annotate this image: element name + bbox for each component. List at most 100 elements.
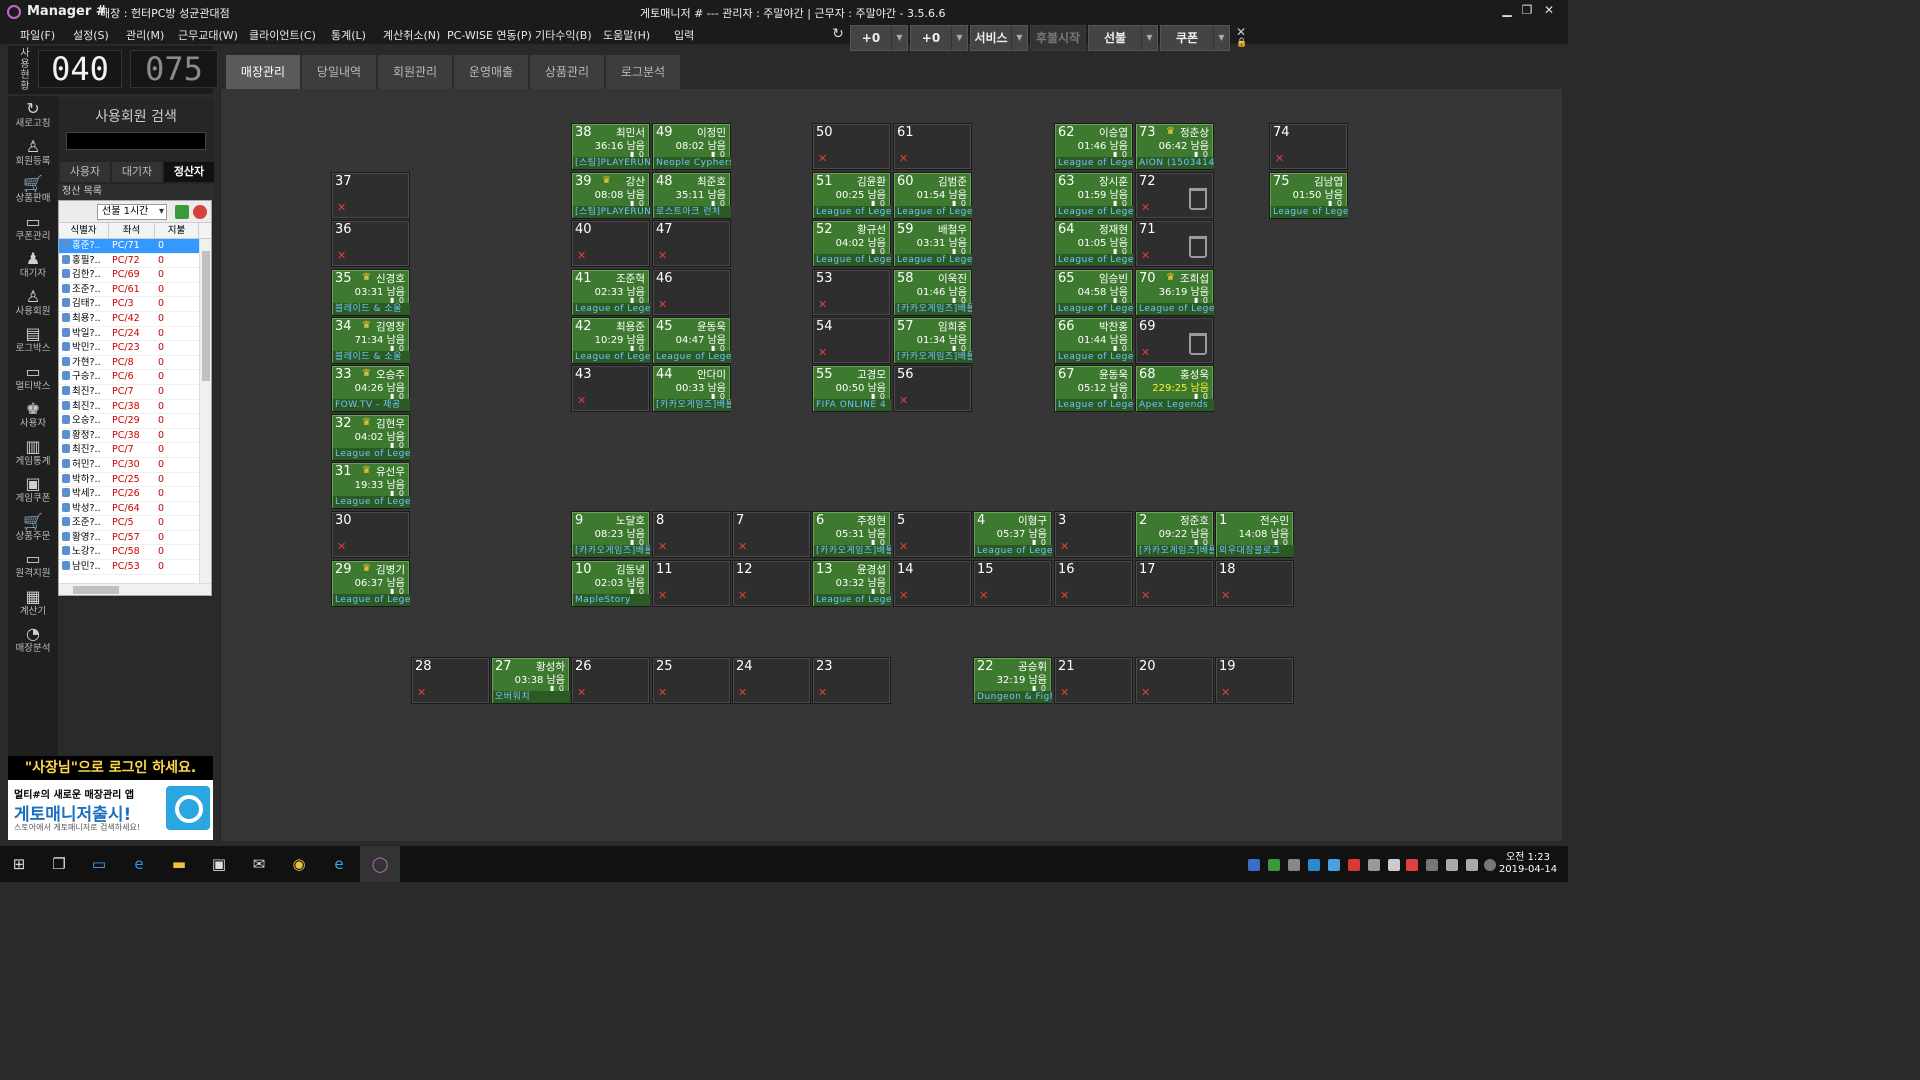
seat-42[interactable]: 42최용준10:29 남음▮ 0League of Legends	[571, 317, 650, 364]
leftbar-log-box-button[interactable]: ▤ 로그박스	[8, 325, 58, 363]
menu-help[interactable]: 도움말(H)	[603, 27, 650, 43]
seat-8[interactable]: 8 ✕	[652, 511, 731, 558]
seat-35[interactable]: 35 신경호 ♛ 03:31 남음 ▮ 0 블레이드 & 소울	[331, 269, 410, 316]
seat-18[interactable]: 18 ✕	[1215, 560, 1294, 607]
menu-cancel-calc[interactable]: 계산취소(N)	[383, 27, 440, 43]
tab-store-management[interactable]: 매장관리	[226, 55, 300, 89]
seat-2[interactable]: 2정준호09:22 남음▮ 0[카카오게임즈]배틀그라운드	[1135, 511, 1214, 558]
list-item[interactable]: 최용?.. PC/42 0	[59, 312, 211, 327]
remove-icon[interactable]	[193, 205, 207, 219]
leftbar-remote-support-button[interactable]: ▭ 원격지원	[8, 550, 58, 588]
menu-client[interactable]: 클라이언트(C)	[249, 27, 316, 43]
seat-71[interactable]: 71 ✕	[1135, 220, 1214, 267]
tray-usb-icon[interactable]	[1426, 859, 1438, 871]
seat-51[interactable]: 51김윤환00:25 남음▮ 0League of Legends	[812, 172, 891, 219]
list-item[interactable]: 최진?.. PC/38 0	[59, 400, 211, 415]
tray-ime-icon[interactable]	[1248, 859, 1260, 871]
seat-15[interactable]: 15 ✕	[973, 560, 1052, 607]
seat-41[interactable]: 41조준혁02:33 남음▮ 0League of Legends	[571, 269, 650, 316]
leftbar-waiting-list-button[interactable]: ♟ 대기자	[8, 250, 58, 288]
time-filter-select[interactable]: 선불 1시간	[97, 204, 167, 220]
list-item[interactable]: 박일?.. PC/24 0	[59, 327, 211, 342]
seat-53[interactable]: 53 ✕	[812, 269, 891, 316]
tray-alert-icon[interactable]	[1348, 859, 1360, 871]
list-item[interactable]: 홍필?.. PC/72 0	[59, 254, 211, 269]
system-clock[interactable]: 오전 1:23 2019-04-14	[1498, 852, 1558, 876]
seat-14[interactable]: 14 ✕	[893, 560, 972, 607]
seat-30[interactable]: 30 ✕	[331, 511, 410, 558]
seat-13[interactable]: 13윤경섭03:32 남음▮ 0League of Legends	[812, 560, 891, 607]
seat-31[interactable]: 31유선우♛19:33 남음▮ 0League of Legends	[331, 462, 410, 509]
seat-70[interactable]: 70조희섭♛36:19 남음▮ 0League of Legends	[1135, 269, 1214, 316]
tab-daily-history[interactable]: 당일내역	[302, 55, 376, 89]
seat-38[interactable]: 38최민서36:16 남음▮ 0[스팀]PLAYERUNKNOWN	[571, 123, 650, 170]
seat-4[interactable]: 4이형구05:37 남음▮ 0League of Legends	[973, 511, 1052, 558]
seat-12[interactable]: 12 ✕	[732, 560, 811, 607]
seat-63[interactable]: 63장시훈01:59 남음▮ 0League of Legends	[1054, 172, 1133, 219]
list-vscrollbar[interactable]	[199, 239, 211, 585]
seat-67[interactable]: 67윤동욱05:12 남음▮ 0League of Legends	[1054, 365, 1133, 412]
leftbar-active-members-button[interactable]: ♙ 사용회원	[8, 287, 58, 326]
seat-7[interactable]: 7 ✕	[732, 511, 811, 558]
col-seat[interactable]: 좌석	[109, 223, 155, 238]
seat-33[interactable]: 33 오승주 ♛ 04:26 남음 ▮ 0 FOW.TV - 제공	[331, 365, 410, 412]
list-item[interactable]: 오승?.. PC/29 0	[59, 414, 211, 429]
seat-55[interactable]: 55 고경모 00:50 남음 ▮ 0 FIFA ONLINE 4	[812, 365, 891, 412]
hscroll-thumb[interactable]	[73, 586, 119, 594]
seat-34[interactable]: 34 김영창 ♛ 71:34 남음 ▮ 0 블레이드 & 소울	[331, 317, 410, 364]
seat-27[interactable]: 27 황성하 03:38 남음 ▮ 0 오버워치	[491, 657, 570, 704]
seat-46[interactable]: 46 ✕	[652, 269, 731, 316]
menu-pcwise[interactable]: PC-WISE 연동(P)	[447, 27, 532, 43]
seat-22[interactable]: 22공승휘32:19 남음▮ 0Dungeon & Fighter	[973, 657, 1052, 704]
menu-shift[interactable]: 근무교대(W)	[178, 27, 238, 43]
seat-40[interactable]: 40 ✕	[571, 220, 650, 267]
task-view-icon[interactable]: ❐	[48, 854, 70, 874]
tray-shield-icon[interactable]	[1308, 859, 1320, 871]
tray-app-icon[interactable]	[1268, 859, 1280, 871]
leftbar-order-product-button[interactable]: 🛒 상품주문	[8, 512, 58, 551]
list-item[interactable]: 황정?.. PC/38 0	[59, 429, 211, 444]
list-item[interactable]: 최진?.. PC/7 0	[59, 385, 211, 400]
col-payment[interactable]: 지불	[155, 223, 199, 238]
minimize-button[interactable]: ▁	[1498, 3, 1516, 21]
store-icon[interactable]: ▣	[208, 854, 230, 874]
chrome-icon[interactable]: ◉	[288, 854, 310, 874]
list-item[interactable]: 조준?.. PC/61 0	[59, 283, 211, 298]
restore-button[interactable]: ❐	[1518, 3, 1536, 21]
seat-73[interactable]: 73 정춘상 ♛ 06:42 남음 ▮ 0 AION (1503414)	[1135, 123, 1214, 170]
tab-waiting[interactable]: 대기자	[112, 162, 162, 182]
col-id[interactable]: 식별자	[59, 223, 109, 238]
seat-44[interactable]: 44안다미00:33 남음▮ 0[카카오게임즈]배틀그라운드	[652, 365, 731, 412]
tray-misc-icon[interactable]	[1388, 859, 1400, 871]
seat-25[interactable]: 25 ✕	[652, 657, 731, 704]
seat-60[interactable]: 60김범준01:54 남음▮ 0League of Legends	[893, 172, 972, 219]
menu-manage[interactable]: 관리(M)	[126, 27, 164, 43]
seat-62[interactable]: 62이승엽01:46 남음▮ 0League of Legends	[1054, 123, 1133, 170]
leftbar-register-member-button[interactable]: ♙ 회원등록	[8, 137, 58, 176]
list-item[interactable]: 박세?.. PC/26 0	[59, 487, 211, 502]
coupon-dropdown[interactable]: 쿠폰 ▼	[1160, 25, 1230, 51]
seat-20[interactable]: 20 ✕	[1135, 657, 1214, 704]
tab-settled[interactable]: 정산자	[164, 162, 214, 182]
service-dropdown[interactable]: 서비스 ▼	[970, 25, 1028, 51]
list-item[interactable]: 황영?.. PC/57 0	[59, 531, 211, 546]
close-button[interactable]: ✕	[1540, 3, 1558, 21]
tray-notification-icon[interactable]	[1484, 859, 1496, 871]
toolbar-close-icon[interactable]: ✕	[1236, 25, 1246, 39]
seat-45[interactable]: 45윤동욱04:47 남음▮ 0League of Legends	[652, 317, 731, 364]
tab-operating-sales[interactable]: 운영매출	[454, 55, 528, 89]
seat-61[interactable]: 61 ✕	[893, 123, 972, 170]
leftbar-coupon-management-button[interactable]: ▭ 쿠폰관리	[8, 212, 58, 251]
seat-56[interactable]: 56 ✕	[893, 365, 972, 412]
list-hscrollbar[interactable]	[59, 583, 211, 595]
postpaid-start-button[interactable]: 후불시작	[1030, 25, 1086, 51]
windows-start-icon[interactable]: ⊞	[8, 854, 30, 874]
seat-39[interactable]: 39강산♛08:08 남음▮ 0[스팀]PLAYERUNKNOWN	[571, 172, 650, 219]
menu-stats[interactable]: 통계(L)	[331, 27, 366, 43]
seat-26[interactable]: 26 ✕	[571, 657, 650, 704]
seat-5[interactable]: 5 ✕	[893, 511, 972, 558]
leftbar-multi-box-button[interactable]: ▭ 멀티박스	[8, 362, 58, 401]
plus-time-dropdown-2[interactable]: +0 ▼	[910, 25, 968, 51]
prepaid-dropdown[interactable]: 선불 ▼	[1088, 25, 1158, 51]
internet-explorer-icon[interactable]: e	[328, 854, 350, 874]
